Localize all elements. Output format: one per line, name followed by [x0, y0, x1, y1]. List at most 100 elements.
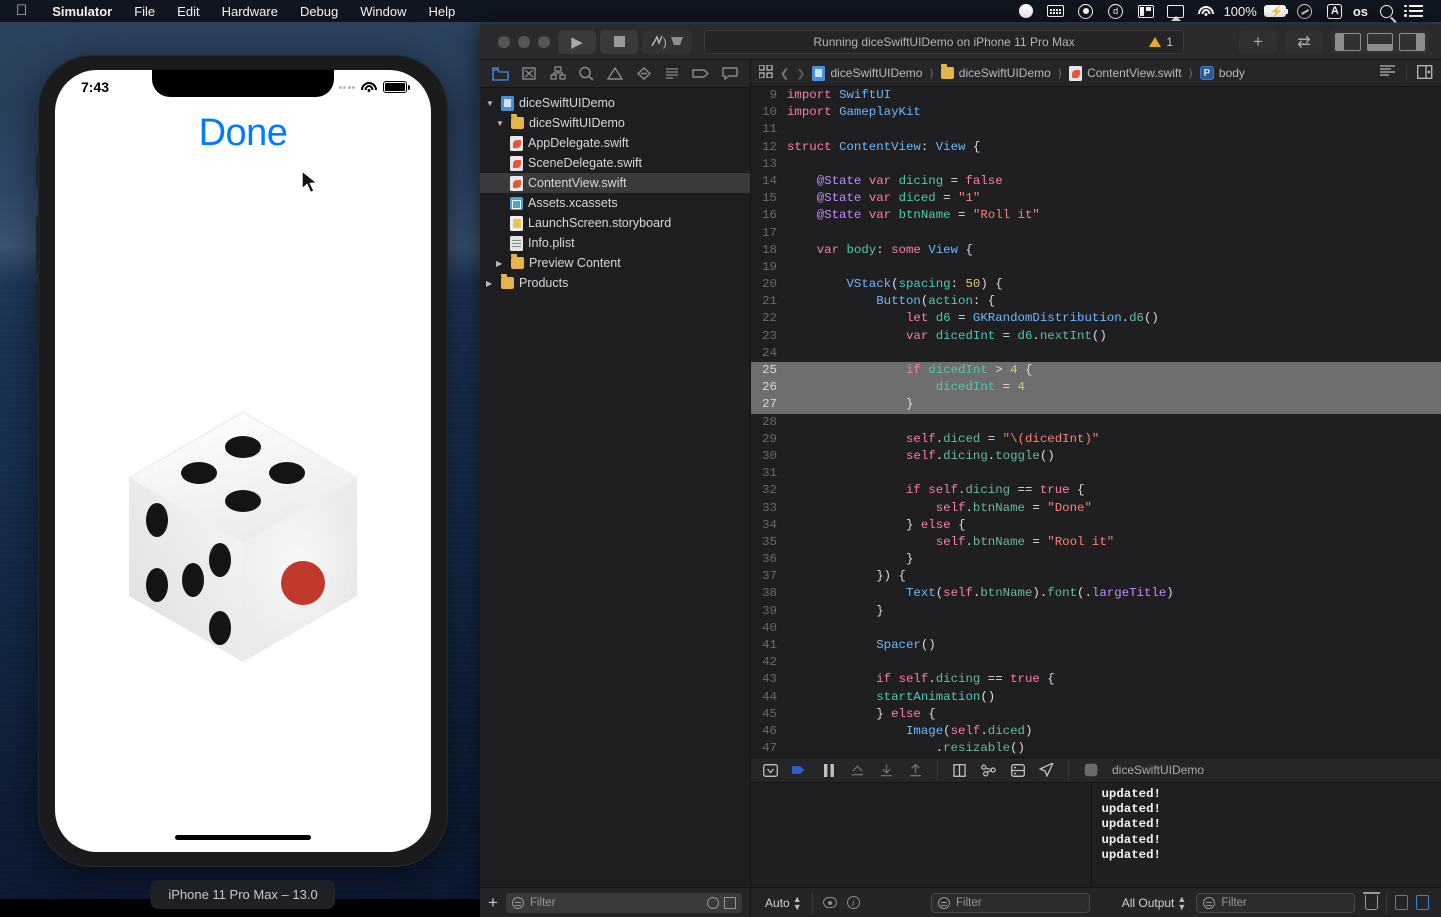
- code-line[interactable]: 13: [751, 156, 1441, 173]
- code-line[interactable]: 47 .resizable(): [751, 740, 1441, 757]
- os-label[interactable]: os: [1350, 4, 1371, 19]
- output-selector[interactable]: All Output ▲ ▼: [1122, 894, 1187, 911]
- code-line[interactable]: 11: [751, 121, 1441, 138]
- environment-overrides-icon[interactable]: [1010, 763, 1025, 777]
- code-line[interactable]: 17: [751, 225, 1441, 242]
- code-line[interactable]: 26 dicedInt = 4: [751, 379, 1441, 397]
- show-variables-icon[interactable]: [1395, 895, 1408, 910]
- code-line[interactable]: 45 } else {: [751, 706, 1441, 723]
- toggle-assistant-button[interactable]: ⇄: [1285, 29, 1323, 54]
- inspector-toggle-icon[interactable]: [1399, 32, 1425, 51]
- airplay-icon[interactable]: [1161, 0, 1191, 22]
- zoom-window-button[interactable]: [538, 35, 550, 48]
- silent-switch-button[interactable]: [36, 156, 40, 188]
- code-line[interactable]: 31: [751, 465, 1441, 482]
- variables-view[interactable]: [751, 783, 1092, 887]
- show-console-icon[interactable]: [1416, 895, 1429, 910]
- console-filter-input[interactable]: Filter: [1196, 892, 1355, 913]
- volume-down-button[interactable]: [36, 284, 40, 342]
- code-line[interactable]: 43 if self.dicing == true {: [751, 671, 1441, 688]
- code-line[interactable]: 44 startAnimation(): [751, 689, 1441, 706]
- menu-item-window[interactable]: Window: [349, 4, 417, 19]
- breadcrumb-group[interactable]: diceSwiftUIDemo: [940, 64, 1051, 80]
- window-traffic-lights[interactable]: [488, 35, 558, 48]
- code-line[interactable]: 20 VStack(spacing: 50) {: [751, 276, 1441, 293]
- forward-button[interactable]: ❯: [796, 67, 805, 80]
- clear-console-icon[interactable]: [1363, 892, 1380, 910]
- symbol-navigator-icon[interactable]: [548, 64, 568, 84]
- breadcrumb-symbol[interactable]: P body: [1199, 66, 1245, 80]
- tree-row-appdelegate[interactable]: AppDelegate.swift: [480, 133, 750, 153]
- disclosure-triangle-down-icon[interactable]: ▼: [486, 99, 496, 108]
- navigator-filter-input[interactable]: Filter: [505, 892, 742, 913]
- tree-row-preview-content[interactable]: ▶ Preview Content: [480, 253, 750, 273]
- find-navigator-icon[interactable]: [576, 64, 596, 84]
- menu-item-hardware[interactable]: Hardware: [211, 4, 289, 19]
- step-over-icon[interactable]: [850, 763, 865, 777]
- report-navigator-icon[interactable]: [720, 64, 740, 84]
- stop-button[interactable]: [600, 29, 638, 54]
- tree-row-products[interactable]: ▶ Products: [480, 273, 750, 293]
- disclosure-triangle-down-icon[interactable]: ▼: [496, 119, 506, 128]
- breakpoint-navigator-icon[interactable]: [691, 64, 711, 84]
- breadcrumb-project[interactable]: diceSwiftUIDemo: [812, 65, 922, 81]
- pause-icon[interactable]: [821, 763, 836, 777]
- project-file-tree[interactable]: ▼ diceSwiftUIDemo ▼ diceSwiftUIDemo AppD…: [480, 88, 750, 887]
- iphone-simulator-window[interactable]: 7:43 Done: [36, 55, 448, 867]
- wifi-icon[interactable]: [1191, 0, 1221, 22]
- step-into-icon[interactable]: [879, 763, 894, 777]
- tree-row-contentview[interactable]: ContentView.swift: [480, 173, 750, 193]
- navigator-toggle-icon[interactable]: [1335, 32, 1361, 51]
- issue-navigator-icon[interactable]: [605, 64, 625, 84]
- tree-row-scenedelegate[interactable]: SceneDelegate.swift: [480, 153, 750, 173]
- scope-selector[interactable]: Auto ▲ ▼: [765, 894, 802, 911]
- code-line[interactable]: 38 Text(self.btnName).font(.largeTitle): [751, 585, 1441, 602]
- code-line[interactable]: 21 Button(action: {: [751, 293, 1441, 310]
- volume-up-button[interactable]: [36, 216, 40, 274]
- code-line[interactable]: 9 import SwiftUI: [751, 87, 1441, 104]
- dropbox-icon[interactable]: d: [1101, 0, 1131, 22]
- code-lines[interactable]: 9 import SwiftUI 10 import GameplayKit 11 12 s…: [751, 87, 1441, 757]
- code-editor[interactable]: 9 import SwiftUI 10 import GameplayKit 11 12 s…: [751, 87, 1441, 757]
- tree-row-infoplist[interactable]: Info.plist: [480, 233, 750, 253]
- related-items-icon[interactable]: [758, 64, 773, 81]
- code-line[interactable]: 40: [751, 620, 1441, 637]
- navigator-tab-bar[interactable]: [480, 60, 750, 88]
- recent-files-icon[interactable]: [707, 896, 719, 909]
- code-line[interactable]: 25 if dicedInt > 4 {: [751, 362, 1441, 380]
- code-line[interactable]: 46 Image(self.diced): [751, 723, 1441, 740]
- run-button[interactable]: ▶: [558, 29, 596, 54]
- disclosure-triangle-right-icon[interactable]: ▶: [496, 259, 506, 268]
- minimize-window-button[interactable]: [518, 35, 530, 48]
- menu-item-debug[interactable]: Debug: [289, 4, 349, 19]
- keyboard-icon[interactable]: [1041, 0, 1071, 22]
- project-navigator-icon[interactable]: [490, 64, 510, 84]
- add-editor-button[interactable]: +: [1239, 29, 1277, 54]
- code-line[interactable]: 14 @State var dicing = false: [751, 173, 1441, 190]
- roll-button[interactable]: Done: [55, 112, 431, 155]
- add-editor-icon[interactable]: [1417, 64, 1433, 82]
- tree-row-group[interactable]: ▼ diceSwiftUIDemo: [480, 113, 750, 133]
- code-line[interactable]: 18 var body: some View {: [751, 242, 1441, 259]
- code-line[interactable]: 39 }: [751, 603, 1441, 620]
- console-output[interactable]: updated! updated! updated! updated! upda…: [1092, 783, 1441, 887]
- variables-filter-input[interactable]: Filter: [931, 892, 1090, 913]
- tree-row-launchscreen[interactable]: LaunchScreen.storyboard: [480, 213, 750, 233]
- debug-area-toggle-icon[interactable]: [1367, 32, 1393, 51]
- minimap-toggle-icon[interactable]: [1380, 65, 1396, 81]
- split-view-icon[interactable]: [1131, 0, 1161, 22]
- code-line[interactable]: 24: [751, 345, 1441, 362]
- code-line[interactable]: 12 struct ContentView: View {: [751, 139, 1441, 156]
- watch-variables-icon[interactable]: [822, 897, 837, 908]
- menu-item-help[interactable]: Help: [418, 4, 467, 19]
- macos-menu-bar[interactable]:  Simulator File Edit Hardware Debug Win…: [0, 0, 1441, 22]
- memory-graph-icon[interactable]: [981, 763, 996, 777]
- code-line[interactable]: 33 self.btnName = "Done": [751, 500, 1441, 517]
- record-icon[interactable]: [1011, 0, 1041, 22]
- code-line[interactable]: 23 var dicedInt = d6.nextInt(): [751, 328, 1441, 345]
- test-navigator-icon[interactable]: [634, 64, 654, 84]
- menu-item-file[interactable]: File: [123, 4, 166, 19]
- source-control-icon[interactable]: [519, 64, 539, 84]
- scheme-selector[interactable]: ): [642, 29, 692, 54]
- simulator-screen[interactable]: 7:43 Done: [55, 70, 431, 852]
